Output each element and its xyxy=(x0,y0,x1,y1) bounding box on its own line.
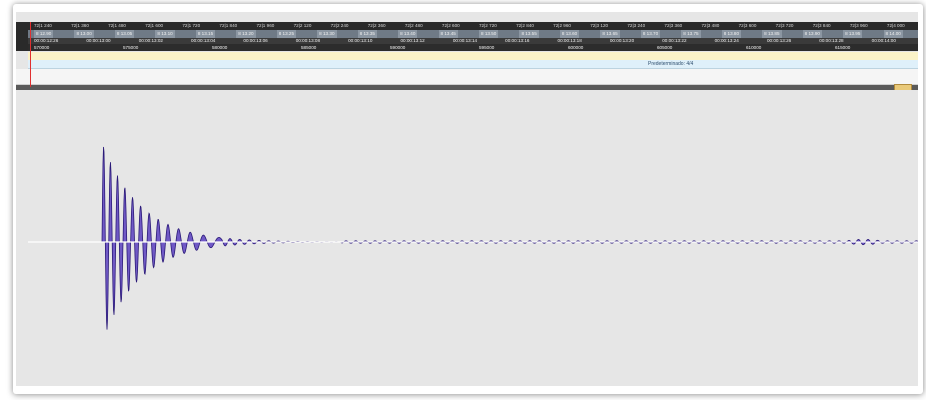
beat-label: 8 13.25 xyxy=(276,30,297,38)
beat-label: 8 13.30 xyxy=(317,30,337,38)
beat-label: 8 13.60 xyxy=(559,30,580,38)
beat-label: 8 13.10 xyxy=(155,30,175,38)
beat-label: 8 13.15 xyxy=(195,30,216,38)
bar-label: 72|3 600 xyxy=(738,23,757,28)
sample-label: 595000 xyxy=(479,45,495,50)
bar-label: 72|2 360 xyxy=(367,23,386,28)
waveform-graphic xyxy=(28,146,918,330)
beat-label: 8 13.40 xyxy=(398,30,418,38)
bar-ruler[interactable]: 72|1 240 72|1 360 72|1 480 72|1 600 72|1 720… xyxy=(28,22,918,30)
audio-editor: 72|1 240 72|1 360 72|1 480 72|1 600 72|1 720… xyxy=(16,12,918,386)
bar-label: 72|2 960 xyxy=(553,23,571,28)
beat-label: 8 13.90 xyxy=(802,30,822,38)
bar-label: 72|2 600 xyxy=(441,23,460,28)
waveform-view[interactable] xyxy=(28,90,918,386)
bar-label: 72|2 720 xyxy=(479,23,497,28)
bar-label: 72|3 240 xyxy=(627,23,646,28)
bar-label: 72|3 840 xyxy=(812,23,831,28)
samples-ruler[interactable]: 570000 575000 580000 585000 590000 595000 6000… xyxy=(28,44,918,51)
bar-label: 72|3 360 xyxy=(664,23,683,28)
beat-label: 8 13.50 xyxy=(479,30,499,38)
bar-label: 72|1 840 xyxy=(219,23,238,28)
bar-label: 72|4 000 xyxy=(886,23,905,28)
sample-label: 605000 xyxy=(657,45,673,50)
beat-label: 8 12.90 xyxy=(34,30,54,38)
bar-label: 72|2 840 xyxy=(516,23,534,28)
sample-label: 615000 xyxy=(835,45,851,50)
beat-label: 8 13.55 xyxy=(519,30,539,38)
sample-label: 580000 xyxy=(212,45,228,50)
beat-label: 8 13.85 xyxy=(762,30,782,38)
empty-track-lane[interactable] xyxy=(16,69,918,85)
beat-label: 8 13.45 xyxy=(438,30,458,38)
time-signature-label: Predeterminado: 4/4 xyxy=(648,61,694,67)
bar-label: 72|2 120 xyxy=(293,23,312,28)
waveform-path xyxy=(28,146,918,330)
bar-label: 72|1 600 xyxy=(145,23,164,28)
beat-label: 8 13.05 xyxy=(114,30,135,38)
bar-label: 72|2 480 xyxy=(404,23,423,28)
sample-label: 610000 xyxy=(746,45,762,50)
bar-label: 72|3 480 xyxy=(701,23,720,28)
bar-label: 72|1 960 xyxy=(256,23,275,28)
bar-label: 72|1 360 xyxy=(71,23,89,28)
sample-label: 590000 xyxy=(390,45,406,50)
sample-label: 585000 xyxy=(301,45,317,50)
bar-label: 72|1 720 xyxy=(182,23,201,28)
bar-label: 72|1 240 xyxy=(34,23,52,28)
beat-label: 8 13.75 xyxy=(681,30,701,38)
sample-label: 600000 xyxy=(568,45,584,50)
beat-label: 8 14.00 xyxy=(883,30,903,38)
beat-label: 8 13.80 xyxy=(721,30,742,38)
beat-label: 8 13.35 xyxy=(357,30,377,38)
beat-label: 8 13.20 xyxy=(236,30,256,38)
bar-label: 72|3 960 xyxy=(849,23,868,28)
beat-label: 8 13.00 xyxy=(74,30,94,38)
beat-label: 8 13.95 xyxy=(843,30,863,38)
beat-label: 8 13.70 xyxy=(640,30,661,38)
time-signature-track[interactable]: Predeterminado: 4/4 xyxy=(28,60,918,69)
bar-label: 72|2 240 xyxy=(330,23,349,28)
sample-label: 575000 xyxy=(123,45,139,50)
ruler-left-edge xyxy=(16,22,28,51)
bar-label: 72|3 720 xyxy=(775,23,794,28)
sample-label: 570000 xyxy=(34,45,50,50)
bar-label: 72|3 120 xyxy=(590,23,609,28)
playhead-marker-icon[interactable] xyxy=(30,22,31,87)
beat-label: 8 13.65 xyxy=(600,30,620,38)
beat-ruler[interactable]: 8 12.90 8 13.00 8 13.05 8 13.10 8 13.15 8 13.… xyxy=(28,30,918,38)
bar-label: 72|1 480 xyxy=(108,23,126,28)
